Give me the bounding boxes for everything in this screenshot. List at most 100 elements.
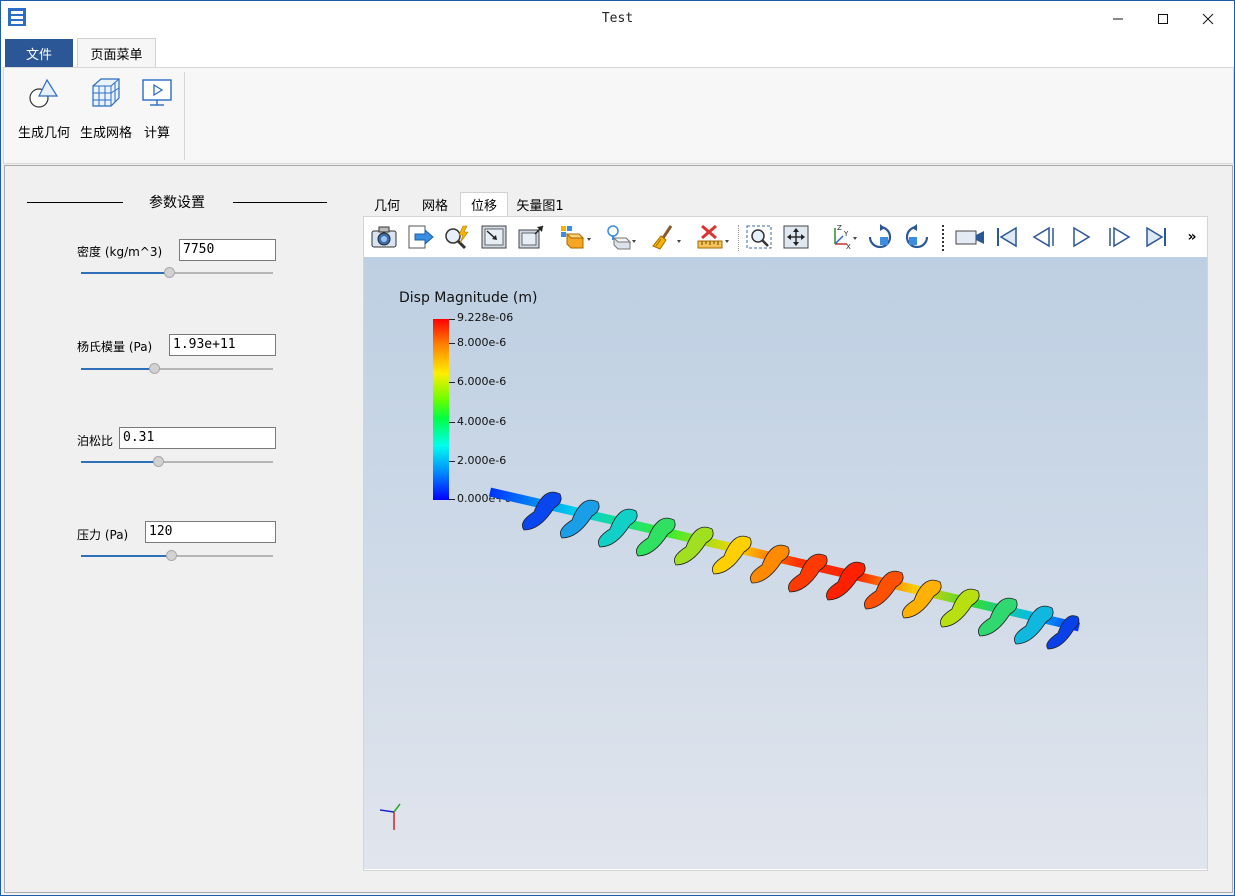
prev-frame-icon bbox=[1032, 226, 1054, 248]
generate-geometry-button[interactable]: 生成几何 bbox=[16, 76, 72, 156]
main-content: 参数设置 密度 (kg/m^3) 7750 杨氏模量 (Pa) 1.93e+11… bbox=[4, 165, 1233, 893]
compute-button[interactable]: 计算 bbox=[140, 76, 174, 156]
light-icon bbox=[607, 225, 636, 250]
toolbar-separator bbox=[738, 225, 741, 251]
rotate-ccw-button[interactable] bbox=[902, 223, 932, 251]
params-group-title: 参数设置 bbox=[27, 192, 327, 212]
svg-text:Z: Z bbox=[837, 224, 842, 232]
poisson-slider[interactable] bbox=[81, 456, 273, 468]
generate-mesh-button[interactable]: 生成网格 bbox=[78, 76, 134, 156]
slider-handle[interactable] bbox=[164, 267, 175, 278]
light-button[interactable] bbox=[604, 223, 638, 251]
menu-page[interactable]: 页面菜单 bbox=[77, 38, 156, 67]
density-label: 密度 (kg/m^3) bbox=[77, 245, 163, 259]
slider-handle[interactable] bbox=[153, 456, 164, 467]
density-input[interactable]: 7750 bbox=[179, 239, 276, 261]
tab-mesh[interactable]: 网格 bbox=[413, 192, 457, 216]
tab-geometry[interactable]: 几何 bbox=[365, 192, 409, 216]
close-icon bbox=[1202, 13, 1214, 25]
minimize-button[interactable] bbox=[1095, 5, 1141, 33]
slider-fill bbox=[81, 368, 154, 370]
fit-view-button[interactable] bbox=[781, 223, 811, 251]
export-button[interactable] bbox=[406, 223, 436, 251]
app-window: Test 文件 页面菜单 生成几何 生成网格 计算 参数设置 密度 (kg/m^… bbox=[0, 0, 1235, 896]
svg-text:Y: Y bbox=[843, 230, 849, 238]
render-mode-icon bbox=[561, 226, 591, 249]
brush-icon bbox=[652, 225, 681, 250]
play-icon bbox=[1073, 226, 1091, 248]
camera-icon bbox=[371, 226, 397, 248]
axes-icon: ZYX bbox=[834, 224, 857, 250]
slider-handle[interactable] bbox=[166, 550, 177, 561]
window-title: Test bbox=[601, 11, 634, 26]
pressure-label: 压力 (Pa) bbox=[77, 528, 129, 542]
slider-fill bbox=[81, 461, 158, 463]
maximize-button[interactable] bbox=[1140, 5, 1186, 33]
first-frame-button[interactable] bbox=[992, 223, 1022, 251]
youngs-slider[interactable] bbox=[81, 363, 273, 375]
zoom-window-button[interactable] bbox=[744, 223, 774, 251]
slider-fill bbox=[81, 555, 171, 557]
next-frame-button[interactable] bbox=[1104, 223, 1134, 251]
fit-icon bbox=[783, 225, 809, 249]
maximize-icon bbox=[1158, 14, 1168, 24]
params-title: 参数设置 bbox=[149, 195, 205, 211]
record-button[interactable] bbox=[954, 223, 988, 251]
slider-handle[interactable] bbox=[149, 363, 160, 374]
screw-model bbox=[488, 487, 1081, 650]
geometry-icon bbox=[29, 78, 59, 108]
menu-file[interactable]: 文件 bbox=[5, 39, 73, 67]
toolbar-separator bbox=[942, 225, 946, 251]
zoom-window-icon bbox=[746, 225, 772, 249]
rotate-ccw-icon bbox=[905, 224, 929, 249]
slider-fill bbox=[81, 272, 169, 274]
density-slider[interactable] bbox=[81, 267, 273, 279]
measure-button[interactable] bbox=[696, 223, 730, 251]
render-viewport[interactable]: Disp Magnitude (m) 9.228e-06 8.000e-6 6.… bbox=[364, 257, 1207, 869]
reset-view-icon bbox=[518, 225, 544, 249]
ribbon-separator bbox=[184, 72, 185, 160]
first-frame-icon bbox=[997, 226, 1017, 248]
tab-displacement[interactable]: 位移 bbox=[460, 192, 508, 216]
rotate-cw-button[interactable] bbox=[865, 223, 895, 251]
zoom-box-button[interactable] bbox=[479, 223, 509, 251]
compute-label: 计算 bbox=[143, 126, 170, 141]
last-frame-button[interactable] bbox=[1141, 223, 1171, 251]
render-mode-button[interactable] bbox=[559, 223, 593, 251]
generate-geometry-label: 生成几何 bbox=[17, 126, 70, 141]
pick-icon bbox=[445, 225, 469, 250]
ruler-icon bbox=[697, 224, 729, 249]
rotate-cw-icon bbox=[868, 224, 892, 249]
tab-vector-plot[interactable]: 矢量图1 bbox=[512, 192, 568, 216]
close-button[interactable] bbox=[1185, 5, 1231, 33]
screenshot-button[interactable] bbox=[369, 223, 399, 251]
reset-view-button[interactable] bbox=[516, 223, 546, 251]
menu-bar: 文件 页面菜单 bbox=[1, 37, 1234, 67]
export-icon bbox=[408, 225, 434, 249]
monitor-play-icon bbox=[142, 79, 172, 106]
ribbon: 生成几何 生成网格 计算 bbox=[3, 67, 1234, 164]
svg-text:X: X bbox=[846, 243, 851, 250]
video-camera-icon bbox=[955, 230, 984, 245]
clear-button[interactable] bbox=[651, 223, 685, 251]
mesh-icon bbox=[92, 78, 120, 107]
zoom-box-icon bbox=[481, 225, 507, 249]
pressure-slider[interactable] bbox=[81, 550, 273, 562]
pressure-input[interactable]: 120 bbox=[145, 521, 276, 543]
poisson-input[interactable]: 0.31 bbox=[119, 427, 276, 449]
youngs-input[interactable]: 1.93e+11 bbox=[169, 334, 276, 356]
minimize-icon bbox=[1113, 18, 1123, 20]
last-frame-icon bbox=[1146, 226, 1166, 248]
prev-frame-button[interactable] bbox=[1029, 223, 1059, 251]
orientation-axes-icon bbox=[379, 803, 401, 830]
pick-button[interactable] bbox=[442, 223, 472, 251]
generate-mesh-label: 生成网格 bbox=[79, 126, 132, 141]
toolbar-overflow-button[interactable]: » bbox=[1182, 223, 1202, 251]
youngs-label: 杨氏模量 (Pa) bbox=[77, 340, 153, 354]
viewer-toolbar: ZYX » bbox=[364, 217, 1207, 257]
axes-button[interactable]: ZYX bbox=[827, 223, 861, 251]
play-button[interactable] bbox=[1066, 223, 1096, 251]
result-viewer: ZYX » Disp Magnitude (m) 9.228e-06 8.000… bbox=[363, 216, 1208, 871]
poisson-label: 泊松比 bbox=[77, 434, 114, 448]
next-frame-icon bbox=[1109, 226, 1131, 248]
